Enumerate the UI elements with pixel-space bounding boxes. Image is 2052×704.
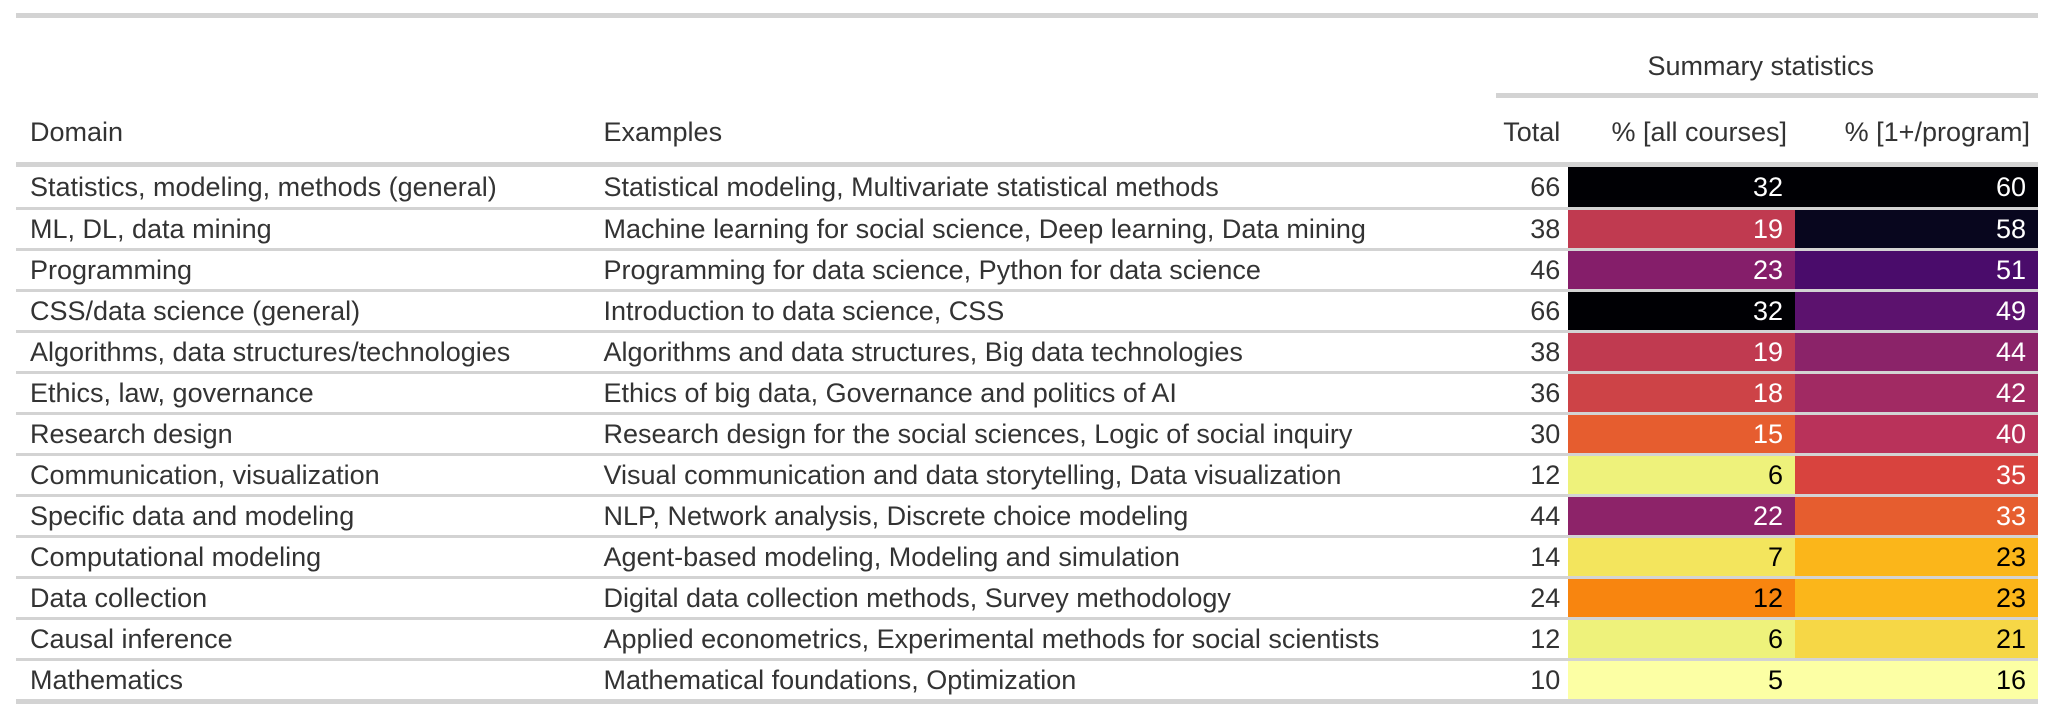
cell-pct-program: 44 (1795, 330, 2038, 373)
cell-total: 24 (1483, 576, 1569, 619)
cell-total: 30 (1483, 412, 1569, 455)
cell-domain: Data collection (16, 576, 588, 619)
cell-domain: ML, DL, data mining (16, 207, 588, 250)
cell-pct-all: 6 (1568, 453, 1796, 496)
cell-domain: Algorithms, data structures/technologies (16, 330, 588, 373)
cell-total: 44 (1483, 494, 1569, 537)
cell-pct-all: 19 (1568, 207, 1796, 250)
cell-domain: Mathematics (16, 658, 588, 702)
cell-pct-program: 23 (1795, 576, 2038, 619)
cell-total: 10 (1483, 658, 1569, 702)
spanner-cell: Summary statistics (1484, 16, 2038, 94)
cell-domain: Research design (16, 412, 588, 455)
cell-total: 66 (1483, 289, 1569, 332)
cell-pct-program: 33 (1795, 494, 2038, 537)
cell-pct-all: 12 (1568, 576, 1796, 619)
cell-pct-program: 49 (1795, 289, 2038, 332)
table-row: Research design Research design for the s… (16, 412, 2038, 455)
cell-examples: Introduction to data science, CSS (587, 289, 1484, 332)
cell-domain: Communication, visualization (16, 453, 588, 496)
cell-domain: Statistics, modeling, methods (general) (30, 171, 497, 202)
cell-pct-all: 15 (1568, 412, 1796, 455)
column-header-row: Domain Examples Total % [all courses] % … (16, 98, 2038, 167)
cell-pct-program: 51 (1795, 248, 2038, 291)
cell-pct-program: 60 (1795, 164, 2038, 209)
cell-total: 38 (1483, 207, 1569, 250)
cell-total: 36 (1483, 371, 1569, 414)
cell-pct-program: 21 (1795, 617, 2038, 660)
cell-domain: CSS/data science (general) (16, 289, 588, 332)
cell-domain: Ethics, law, governance (16, 371, 588, 414)
table-header: Summary statistics Domain Examples Total… (16, 16, 2038, 167)
cell-pct-all: 23 (1568, 248, 1796, 291)
cell-domain: Computational modeling (16, 535, 588, 578)
spanner-empty (16, 16, 1484, 94)
cell-pct-all: 18 (1568, 371, 1796, 414)
cell-total: 66 (1530, 171, 1561, 202)
column-header-total: Total (1483, 98, 1569, 167)
cell-domain: Specific data and modeling (16, 494, 588, 537)
cell-pct-program: 35 (1795, 453, 2038, 496)
cell-pct-all: 32 (1568, 164, 1796, 209)
cell-examples: Mathematical foundations, Optimization (587, 658, 1484, 702)
cell-total: 12 (1483, 617, 1569, 660)
column-header-examples: Examples (587, 98, 1484, 167)
cell-total: 12 (1483, 453, 1569, 496)
table-row: Communication, visualization Visual commu… (16, 453, 2038, 496)
cell-domain: Causal inference (16, 617, 588, 660)
cell-examples: Statistical modeling, Multivariate stati… (603, 171, 1219, 202)
table-row: ML, DL, data mining Machine learning for … (16, 207, 2038, 250)
cell-pct-all: 6 (1568, 617, 1796, 660)
cell-total: 46 (1483, 248, 1569, 291)
table-container: Summary statistics Domain Examples Total… (0, 0, 2052, 704)
cell-pct-all: 22 (1568, 494, 1796, 537)
column-header-domain: Domain (16, 98, 588, 167)
table-row: Statistics, modeling, methods (general) S… (16, 164, 2038, 209)
cell-pct-all: 7 (1568, 535, 1796, 578)
table-row: Ethics, law, governance Ethics of big dat… (16, 371, 2038, 414)
cell-examples: Algorithms and data structures, Big data… (587, 330, 1484, 373)
cell-total: 38 (1483, 330, 1569, 373)
cell-examples: Ethics of big data, Governance and polit… (587, 371, 1484, 414)
cell-pct-program: 16 (1795, 658, 2038, 702)
table-row: Causal inference Applied econometrics, Ex… (16, 617, 2038, 660)
cell-pct-all: 19 (1568, 330, 1796, 373)
cell-pct-all: 5 (1568, 658, 1796, 702)
spanner-title: Summary statistics (1647, 51, 1875, 81)
cell-examples: Programming for data science, Python for… (587, 248, 1484, 291)
cell-examples: Visual communication and data storytelli… (587, 453, 1484, 496)
cell-examples: Digital data collection methods, Survey … (587, 576, 1484, 619)
table-row: Algorithms, data structures/technologies… (16, 330, 2038, 373)
table-body: Statistics, modeling, methods (general) S… (16, 164, 2038, 702)
cell-examples: Applied econometrics, Experimental metho… (587, 617, 1484, 660)
table-row: Computational modeling Agent-based modeli… (16, 535, 2038, 578)
table-row: Programming Programming for data science,… (16, 248, 2038, 291)
column-header-pct-all: % [all courses] (1568, 98, 1796, 167)
cell-examples: Agent-based modeling, Modeling and simul… (587, 535, 1484, 578)
table-row: CSS/data science (general) Introduction t… (16, 289, 2038, 332)
column-header-pct-program: % [1+/program] (1795, 98, 2038, 167)
spanner-row: Summary statistics (16, 16, 2038, 94)
cell-pct-all: 32 (1568, 289, 1796, 332)
cell-domain: Programming (16, 248, 588, 291)
summary-table: Summary statistics Domain Examples Total… (16, 13, 2038, 704)
cell-pct-program: 58 (1795, 207, 2038, 250)
cell-total: 14 (1483, 535, 1569, 578)
cell-examples: NLP, Network analysis, Discrete choice m… (587, 494, 1484, 537)
cell-examples: Research design for the social sciences,… (587, 412, 1484, 455)
cell-pct-program: 40 (1795, 412, 2038, 455)
cell-examples: Machine learning for social science, Dee… (587, 207, 1484, 250)
table-row: Mathematics Mathematical foundations, Opt… (16, 658, 2038, 702)
cell-pct-program: 23 (1795, 535, 2038, 578)
cell-pct-program: 42 (1795, 371, 2038, 414)
table-row: Data collection Digital data collection m… (16, 576, 2038, 619)
table-row: Specific data and modeling NLP, Network a… (16, 494, 2038, 537)
